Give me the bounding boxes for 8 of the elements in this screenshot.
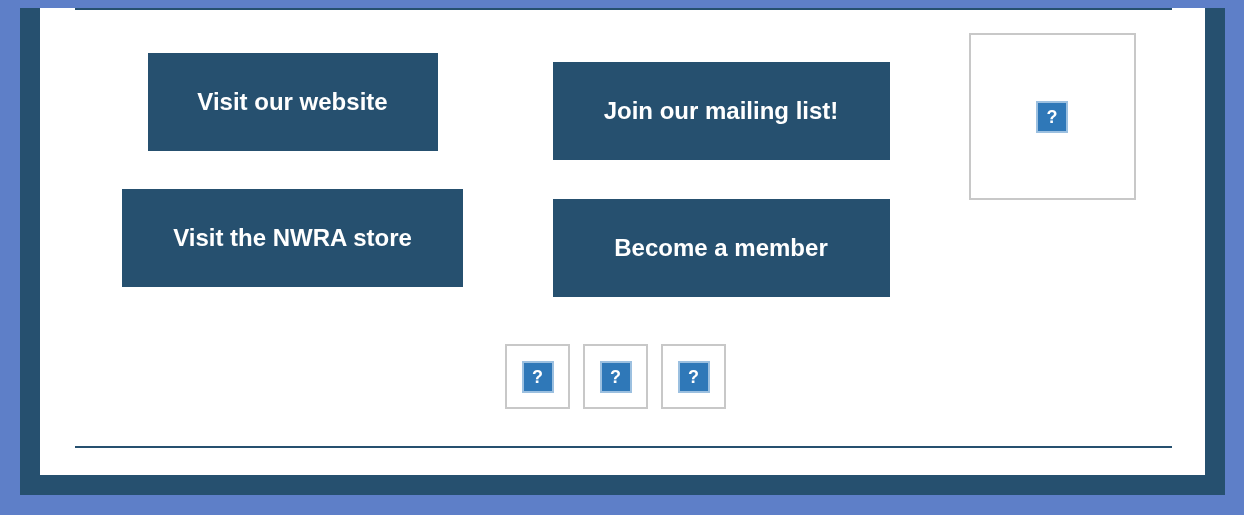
broken-image-icon: ? (599, 360, 632, 393)
link-button[interactable]: Become a member (552, 199, 890, 297)
broken-image-icon: ? (521, 360, 554, 393)
link-button[interactable]: Join our mailing list! (552, 62, 890, 160)
broken-image-icon: ? (677, 360, 710, 393)
link-button[interactable]: Visit our website (147, 53, 438, 151)
broken-image-icon: ? (1036, 100, 1068, 133)
link-button[interactable]: Visit the NWRA store (122, 189, 463, 287)
